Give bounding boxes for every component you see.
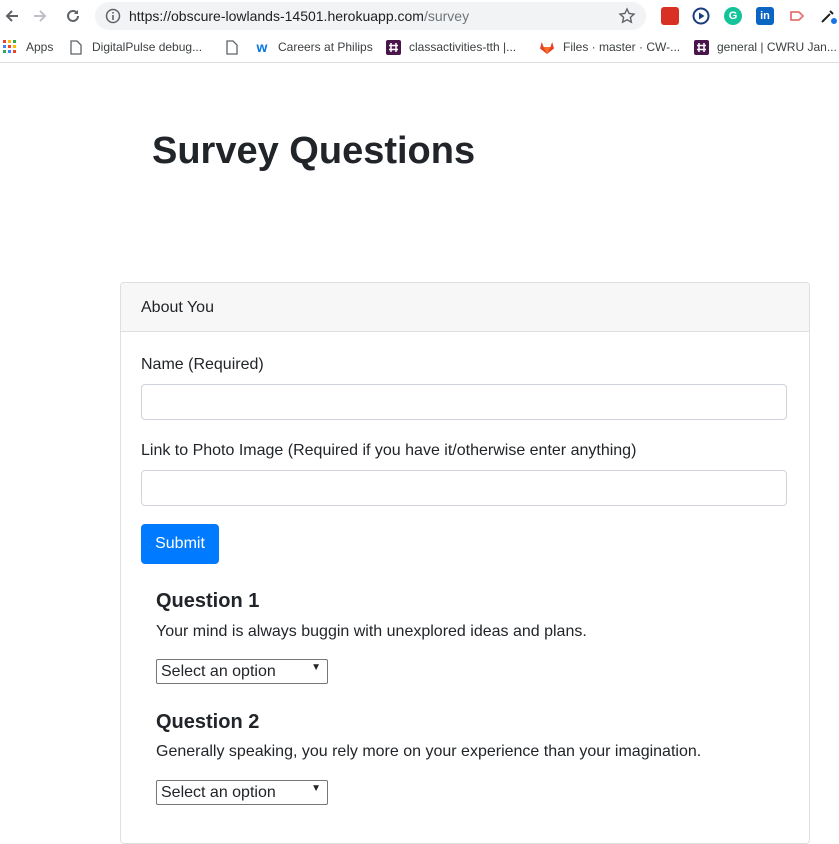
question-2-select[interactable]: Select an option ▼ xyxy=(156,780,328,805)
select-value: Select an option xyxy=(161,784,276,801)
linkedin-icon[interactable]: in xyxy=(756,7,774,25)
select-value: Select an option xyxy=(161,663,276,680)
bookmark-label: DigitalPulse debug... xyxy=(92,40,203,54)
play-extension-icon[interactable] xyxy=(692,7,710,25)
bookmark-classactivities[interactable]: classactivities-tth |... xyxy=(385,39,516,55)
bookmark-label: Careers at Philips xyxy=(278,40,373,54)
slack-icon xyxy=(385,39,401,55)
submit-button[interactable]: Submit xyxy=(141,524,219,564)
eyedropper-extension-icon[interactable] xyxy=(819,7,837,25)
photo-link-input[interactable] xyxy=(141,470,787,506)
book-extension-icon[interactable] xyxy=(661,7,679,25)
name-label: Name (Required) xyxy=(141,356,264,373)
bookmark-label: Apps xyxy=(26,40,54,54)
bookmark-general-cwru[interactable]: general | CWRU Jan... xyxy=(693,39,837,55)
bookmark-star-icon[interactable] xyxy=(618,7,636,30)
bookmark-apps[interactable]: Apps xyxy=(2,39,53,55)
page-icon xyxy=(68,39,84,55)
url-host: https://obscure-lowlands-14501.herokuapp… xyxy=(129,8,424,24)
page-title: Survey Questions xyxy=(152,130,476,172)
bookmark-gitlab-files[interactable]: Files · master · CW-... xyxy=(539,39,680,55)
card-header-title: About You xyxy=(141,299,214,316)
url-path: /survey xyxy=(423,8,470,24)
dropdown-arrow-icon: ▼ xyxy=(311,783,321,794)
address-bar[interactable]: https://obscure-lowlands-14501.herokuapp… xyxy=(95,2,646,30)
info-icon[interactable] xyxy=(105,8,121,29)
bookmark-careers-philips[interactable]: w Careers at Philips xyxy=(254,39,373,55)
bookmark-digitalpulse[interactable]: DigitalPulse debug... xyxy=(68,39,202,55)
back-icon[interactable] xyxy=(0,4,24,28)
question-2-text: Generally speaking, you rely more on you… xyxy=(156,743,702,760)
bookmark-label: Files · master · CW-... xyxy=(563,40,681,54)
grammarly-icon[interactable]: G xyxy=(724,7,742,25)
card-header: About You xyxy=(121,283,809,332)
slack-icon xyxy=(693,39,709,55)
cast-extension-icon[interactable] xyxy=(788,7,806,25)
about-you-card: About You Name (Required) Link to Photo … xyxy=(120,282,810,844)
question-1-text: Your mind is always buggin with unexplor… xyxy=(156,623,587,640)
question-1-select[interactable]: Select an option ▼ xyxy=(156,659,328,684)
question-1-title: Question 1 xyxy=(156,590,260,612)
photo-link-label: Link to Photo Image (Required if you hav… xyxy=(141,442,637,459)
bookmark-blank[interactable] xyxy=(224,39,248,55)
dropdown-arrow-icon: ▼ xyxy=(311,662,321,673)
bookmarks-bar: Apps DigitalPulse debug... w Careers at … xyxy=(0,32,839,63)
reload-icon[interactable] xyxy=(61,4,85,28)
question-2-title: Question 2 xyxy=(156,711,260,733)
apps-grid-icon xyxy=(2,39,18,55)
page-icon xyxy=(224,39,240,55)
forward-icon[interactable] xyxy=(28,4,52,28)
name-input[interactable] xyxy=(141,384,787,420)
gitlab-icon xyxy=(539,39,555,55)
url-text: https://obscure-lowlands-14501.herokuapp… xyxy=(129,8,469,24)
browser-toolbar: https://obscure-lowlands-14501.herokuapp… xyxy=(0,0,839,32)
bookmark-label: classactivities-tth |... xyxy=(409,40,517,54)
bookmark-label: general | CWRU Jan... xyxy=(717,40,837,54)
workday-icon: w xyxy=(256,39,268,55)
